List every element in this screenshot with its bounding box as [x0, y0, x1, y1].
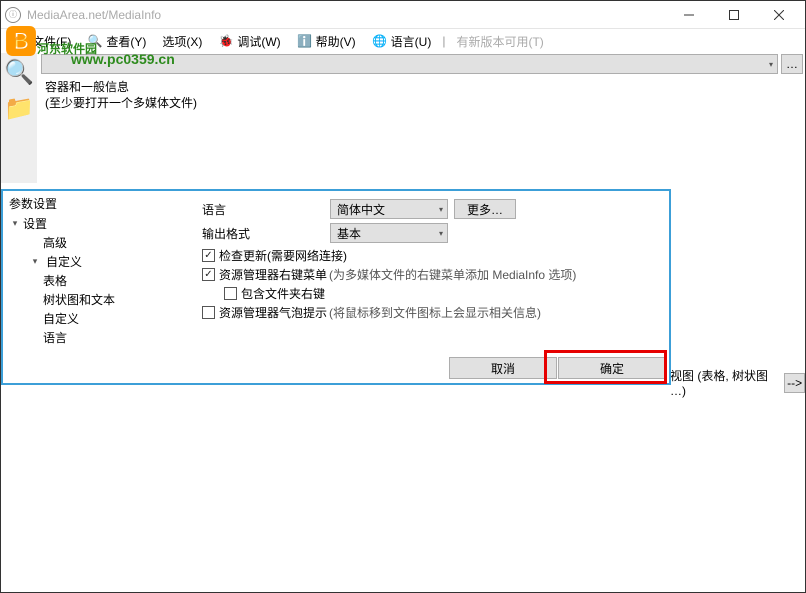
maximize-button[interactable] [711, 1, 756, 29]
bug-icon: 🐞 [218, 33, 234, 49]
view-text: 视图 (表格, 树状图 …) [670, 367, 780, 398]
titlebar-text: MediaArea.net/MediaInfo [27, 8, 666, 22]
info-line1: 容器和一般信息 [45, 79, 797, 95]
cancel-button[interactable]: 取消 [449, 357, 557, 379]
check-update-row[interactable]: 检查更新(需要网络连接) [202, 247, 655, 264]
checkbox-icon[interactable] [202, 306, 215, 319]
collapse-icon[interactable]: ▾ [9, 218, 21, 230]
menu-debug[interactable]: 🐞调试(W) [210, 31, 288, 52]
format-select[interactable]: 基本▾ [330, 223, 448, 243]
tree-custom-sub[interactable]: 自定义 [9, 309, 192, 328]
folder-icon: 📁 [13, 33, 29, 49]
sidebar-file-icon[interactable]: 🔍 [3, 56, 35, 88]
chevron-down-icon: ▾ [439, 205, 443, 214]
tree-language[interactable]: 语言 [9, 328, 192, 347]
menu-view[interactable]: 🔍查看(Y) [79, 31, 154, 52]
sidebar: 🔍 📁 [1, 53, 37, 183]
bottom-row: 视图 (表格, 树状图 …) --> [670, 367, 805, 398]
magnifier-icon: 🔍 [87, 33, 103, 49]
minimize-button[interactable] [666, 1, 711, 29]
close-button[interactable] [756, 1, 801, 29]
arrow-button[interactable]: --> [784, 373, 805, 393]
form-panel: 语言 简体中文▾ 更多… 输出格式 基本▾ 检查更新(需要网络连接) 资源管理器… [198, 191, 669, 357]
tree-panel: 参数设置 ▾设置 高级 ▾自定义 表格 树状图和文本 自定义 语言 [3, 191, 198, 357]
language-label: 语言 [202, 201, 330, 218]
menu-language[interactable]: 🌐语言(U) [364, 31, 440, 52]
help-icon: ℹ️ [297, 33, 313, 49]
menu-update[interactable]: 有新版本可用(T) [448, 31, 551, 52]
tree-custom[interactable]: ▾自定义 [9, 252, 192, 271]
checkbox-checked-icon[interactable] [202, 249, 215, 262]
tree-table[interactable]: 表格 [9, 271, 192, 290]
language-select[interactable]: 简体中文▾ [330, 199, 448, 219]
checkbox-checked-icon[interactable] [202, 268, 215, 281]
collapse-icon[interactable]: ▾ [29, 256, 41, 268]
ok-button[interactable]: 确定 [558, 357, 666, 379]
sidebar-folder-icon[interactable]: 📁 [3, 92, 35, 124]
info-area: 容器和一般信息 (至少要打开一个多媒体文件) [37, 75, 805, 183]
menu-options[interactable]: 选项(X) [154, 31, 210, 52]
info-line2: (至少要打开一个多媒体文件) [45, 95, 797, 111]
more-button[interactable]: 更多… [454, 199, 516, 219]
chevron-down-icon: ▾ [769, 60, 773, 69]
check-tooltip-row[interactable]: 资源管理器气泡提示(将鼠标移到文件图标上会显示相关信息) [202, 304, 655, 321]
dialog-title: 参数设置 [9, 195, 192, 212]
checkbox-icon[interactable] [224, 287, 237, 300]
menu-file[interactable]: 📁文件(F) [5, 31, 79, 52]
globe-icon: 🌐 [372, 33, 388, 49]
menu-separator: | [439, 34, 448, 48]
format-label: 输出格式 [202, 225, 330, 242]
check-explorer-row[interactable]: 资源管理器右键菜单(为多媒体文件的右键菜单添加 MediaInfo 选项) [202, 266, 655, 283]
tree-settings[interactable]: ▾设置 [9, 214, 192, 233]
menubar: 📁文件(F) 🔍查看(Y) 选项(X) 🐞调试(W) ℹ️帮助(V) 🌐语言(U… [1, 29, 805, 53]
app-icon: ⓘ [5, 7, 21, 23]
menu-help[interactable]: ℹ️帮助(V) [289, 31, 364, 52]
chevron-down-icon: ▾ [439, 229, 443, 238]
check-folder-row[interactable]: 包含文件夹右键 [224, 285, 655, 302]
main-dropdown[interactable]: ▾ [41, 54, 778, 74]
browse-button[interactable]: … [781, 54, 803, 74]
tree-tree-and-text[interactable]: 树状图和文本 [9, 290, 192, 309]
titlebar: ⓘ MediaArea.net/MediaInfo [1, 1, 805, 29]
tree-advanced[interactable]: 高级 [9, 233, 192, 252]
settings-dialog: 参数设置 ▾设置 高级 ▾自定义 表格 树状图和文本 自定义 语言 语言 简体中… [1, 189, 671, 385]
